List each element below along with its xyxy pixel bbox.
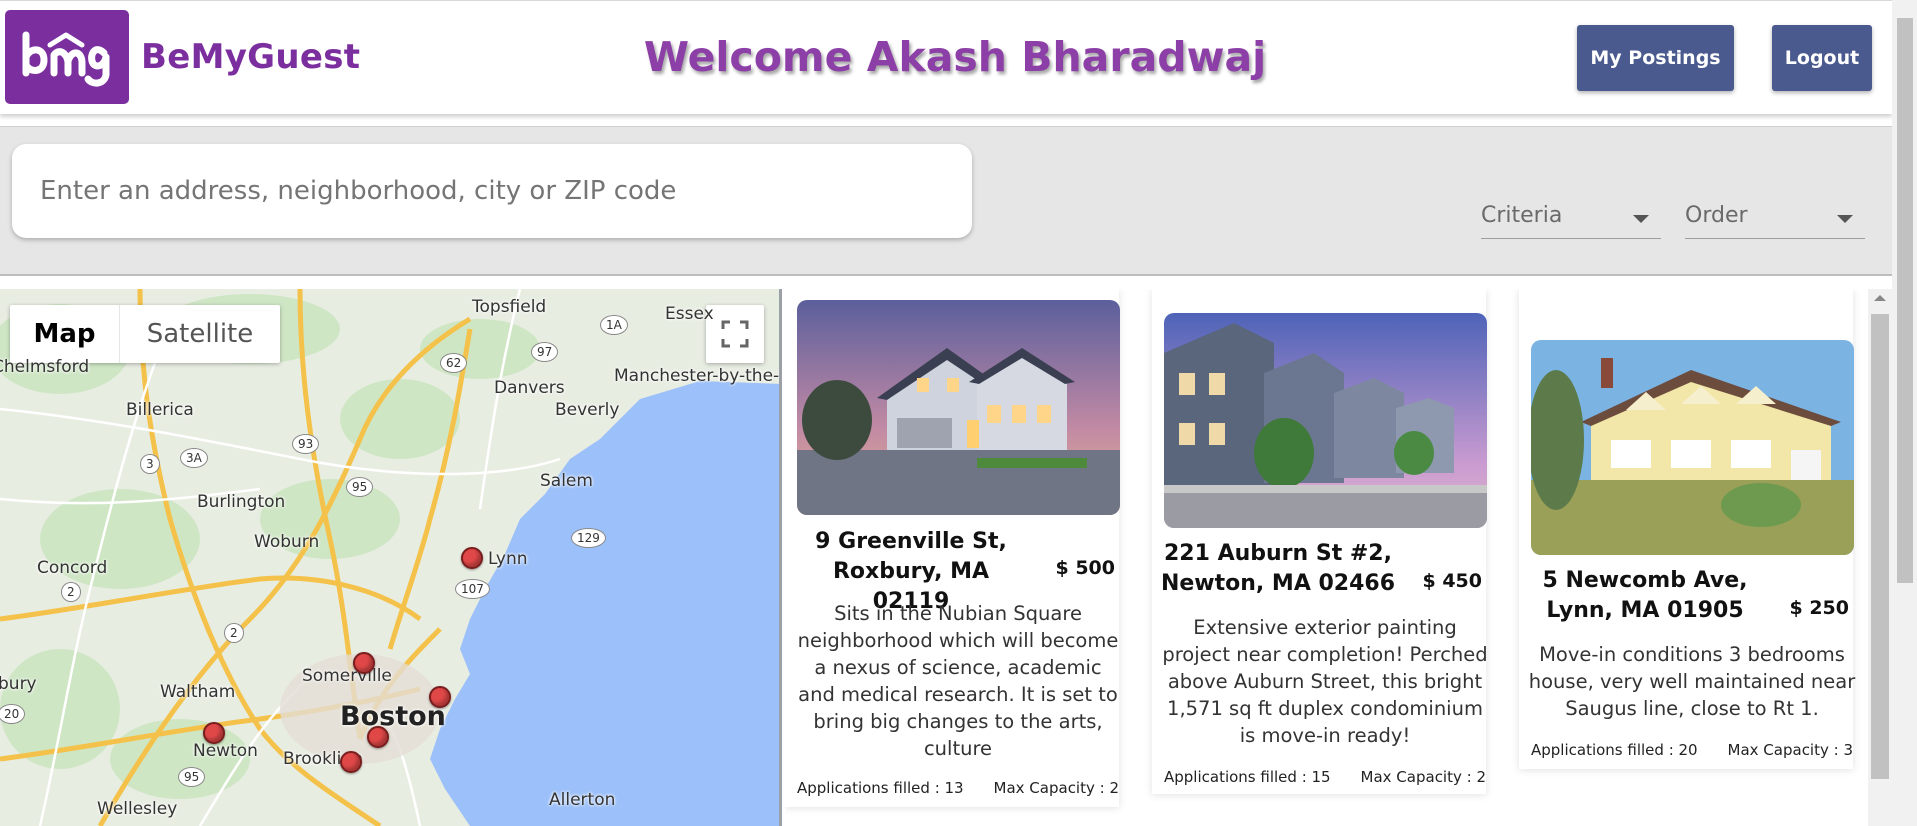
search-bar-area: Criteria Order bbox=[0, 126, 1892, 276]
map-label: Essex bbox=[665, 304, 714, 324]
listings-panel: 9 Greenville St, Roxbury, MA 02119 $ 500… bbox=[785, 289, 1892, 826]
listing-marker[interactable] bbox=[367, 726, 389, 748]
scrollbar-thumb[interactable] bbox=[1871, 314, 1889, 779]
logo-mark-icon bbox=[22, 31, 110, 87]
max-capacity: Max Capacity : 2 bbox=[1360, 768, 1486, 786]
listing-description: Move-in conditions 3 bedrooms house, ver… bbox=[1528, 643, 1856, 720]
address-search-input[interactable] bbox=[40, 176, 940, 206]
listing-price: $ 250 bbox=[1789, 597, 1850, 619]
map-label: Waltham bbox=[160, 682, 236, 702]
search-box[interactable] bbox=[12, 144, 972, 238]
map-label: Newton bbox=[193, 741, 258, 761]
map-label: Somerville bbox=[302, 666, 392, 686]
chevron-down-icon bbox=[1633, 215, 1649, 223]
listing-card[interactable]: 221 Auburn St #2, Newton, MA 02466 $ 450… bbox=[1152, 289, 1488, 794]
scroll-up-icon[interactable] bbox=[1874, 295, 1886, 301]
applications-filled: Applications filled : 13 bbox=[797, 779, 964, 797]
listing-card[interactable]: 9 Greenville St, Roxbury, MA 02119 $ 500… bbox=[785, 289, 1120, 807]
brand-logo[interactable] bbox=[5, 10, 129, 104]
map-type-map-button[interactable]: Map bbox=[10, 305, 120, 363]
map-label: bury bbox=[0, 674, 37, 694]
applications-filled: Applications filled : 20 bbox=[1531, 741, 1698, 759]
fullscreen-button[interactable] bbox=[706, 305, 764, 363]
logout-button[interactable]: Logout bbox=[1772, 25, 1872, 91]
order-select[interactable]: Order bbox=[1685, 197, 1865, 239]
top-header: BeMyGuest Welcome Akash Bharadwaj My Pos… bbox=[0, 0, 1892, 114]
map-label: Allerton bbox=[549, 790, 616, 810]
listing-description: Extensive exterior painting project near… bbox=[1162, 616, 1488, 747]
listings-map[interactable]: Map Satellite Topsfield Essex Chelmsford… bbox=[0, 289, 782, 826]
route-shield: 2 bbox=[61, 582, 81, 602]
criteria-select[interactable]: Criteria bbox=[1481, 197, 1661, 239]
map-label: Lynn bbox=[488, 549, 528, 569]
map-label: Beverly bbox=[555, 400, 620, 420]
max-capacity: Max Capacity : 3 bbox=[1727, 741, 1853, 759]
criteria-label: Criteria bbox=[1481, 203, 1563, 228]
listing-marker[interactable] bbox=[353, 652, 375, 674]
page-scrollbar-thumb[interactable] bbox=[1897, 18, 1913, 583]
page-scrollbar[interactable] bbox=[1892, 0, 1917, 826]
map-label: Burlington bbox=[197, 492, 286, 512]
map-label: Billerica bbox=[126, 400, 194, 420]
listing-price: $ 500 bbox=[1055, 557, 1116, 579]
listing-description: Sits in the Nubian Square neighborhood w… bbox=[797, 602, 1119, 760]
listing-card[interactable]: 5 Newcomb Ave, Lynn, MA 01905 $ 250 Move… bbox=[1519, 289, 1855, 769]
map-label: Concord bbox=[37, 558, 108, 578]
max-capacity: Max Capacity : 2 bbox=[993, 779, 1119, 797]
order-label: Order bbox=[1685, 203, 1748, 228]
map-label: Salem bbox=[540, 471, 593, 491]
listings-scrollbar[interactable] bbox=[1868, 289, 1892, 826]
route-shield: 3A bbox=[180, 448, 208, 468]
route-shield: 107 bbox=[455, 579, 490, 599]
welcome-heading: Welcome Akash Bharadwaj bbox=[643, 33, 1267, 81]
listing-marker[interactable] bbox=[203, 722, 225, 744]
my-postings-button[interactable]: My Postings bbox=[1577, 25, 1734, 91]
map-type-satellite-button[interactable]: Satellite bbox=[120, 305, 280, 363]
page: BeMyGuest Welcome Akash Bharadwaj My Pos… bbox=[0, 0, 1917, 826]
listing-address: 5 Newcomb Ave, Lynn, MA 01905 bbox=[1542, 568, 1748, 623]
listing-photo bbox=[1531, 340, 1854, 555]
listing-marker[interactable] bbox=[461, 547, 483, 569]
brand-name[interactable]: BeMyGuest bbox=[141, 37, 360, 77]
map-label: Manchester-by-the-Sea bbox=[614, 366, 780, 386]
map-label: Topsfield bbox=[472, 297, 547, 317]
map-label: Wellesley bbox=[97, 799, 178, 819]
route-shield: 1A bbox=[600, 315, 628, 335]
listing-price: $ 450 bbox=[1422, 570, 1483, 592]
listing-marker[interactable] bbox=[340, 751, 362, 773]
map-label: Chelmsford bbox=[0, 357, 90, 377]
listing-photo bbox=[797, 300, 1120, 515]
applications-filled: Applications filled : 15 bbox=[1164, 768, 1331, 786]
map-label: Woburn bbox=[254, 532, 320, 552]
route-shield: 2 bbox=[224, 623, 244, 643]
listing-photo bbox=[1164, 313, 1487, 528]
listing-marker[interactable] bbox=[429, 686, 451, 708]
listing-address: 221 Auburn St #2, Newton, MA 02466 bbox=[1160, 541, 1396, 596]
map-type-control: Map Satellite bbox=[10, 305, 280, 363]
map-label: Danvers bbox=[494, 378, 565, 398]
chevron-down-icon bbox=[1837, 215, 1853, 223]
route-shield: 129 bbox=[571, 528, 606, 548]
map-label: Boston bbox=[340, 701, 446, 732]
fullscreen-icon bbox=[721, 320, 749, 348]
route-shield: 3 bbox=[140, 454, 160, 474]
